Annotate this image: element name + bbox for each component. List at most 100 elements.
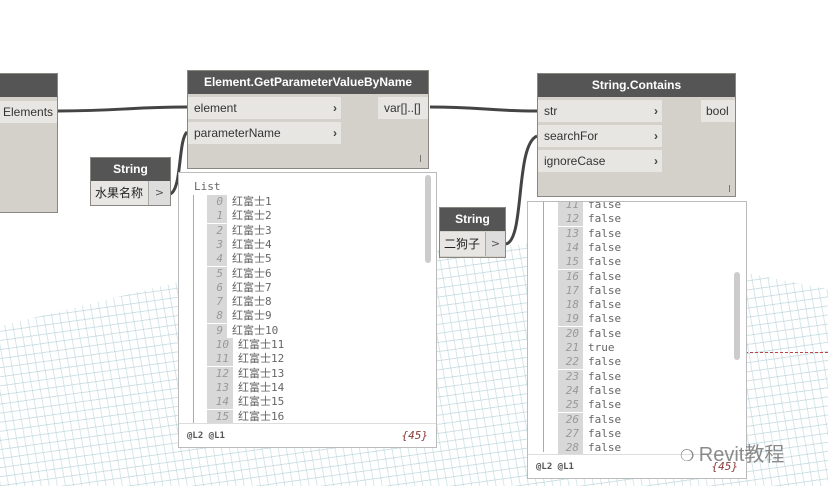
list-tree-line — [543, 202, 544, 452]
list-item: 8 红富士9 — [207, 309, 272, 324]
output-port-bool[interactable]: bool — [701, 100, 735, 122]
scrollbar[interactable] — [734, 272, 740, 360]
list-levels: @L2 @L1 — [187, 431, 225, 441]
item-count: {45} — [401, 429, 429, 442]
resize-grip[interactable] — [729, 185, 730, 192]
list-index: 27 — [558, 426, 583, 441]
list-value: false — [588, 269, 622, 283]
list-index: 12 — [207, 366, 233, 381]
list-item: 24 false — [558, 383, 622, 398]
list-value: false — [588, 201, 622, 211]
list-value: 红富士2 — [232, 209, 272, 223]
string-output-button[interactable]: > — [485, 232, 505, 256]
list-item: 15 红富士16 — [207, 409, 285, 424]
list-item: 25 false — [558, 398, 621, 413]
list-value: false — [588, 412, 622, 426]
list-index: 12 — [558, 212, 583, 227]
string-input-2[interactable]: 二狗子 — [440, 232, 485, 256]
input-port-parametername[interactable]: parameterName › — [188, 122, 341, 144]
getparametervaluebyname-node[interactable]: Element.GetParameterValueByName element ›… — [187, 70, 429, 169]
elements-node[interactable]: Elements — [0, 73, 58, 213]
list-item: 15 false — [558, 255, 621, 270]
list-value: 红富士14 — [238, 380, 285, 394]
list-tree-line — [193, 195, 194, 423]
preview-bubble-1[interactable]: List 0 红富士1 1 红富士2 2 红富士3 3 红富士4 4 红富士5 5 红富士6 6 红富士7… — [178, 172, 437, 448]
list-index: 20 — [558, 326, 583, 341]
list-item: 7 红富士8 — [207, 295, 272, 310]
list-value: true — [588, 341, 615, 354]
output-port-var[interactable]: var[]..[] — [378, 97, 428, 119]
list-item: 22 false — [558, 355, 622, 370]
list-index: 4 — [207, 252, 227, 267]
list-item: 0 红富士1 — [207, 195, 272, 209]
list-value: false — [588, 212, 622, 226]
input-port-element[interactable]: element › — [188, 97, 341, 119]
node-title: String — [440, 208, 505, 231]
list-item: 11 false — [558, 201, 622, 212]
node-title: Element.GetParameterValueByName — [188, 71, 428, 94]
list-item: 12 红富士13 — [207, 366, 284, 381]
list-index: 11 — [558, 202, 583, 212]
list-value: 红富士16 — [238, 409, 285, 423]
string-node-1[interactable]: String 水果名称 > — [90, 157, 171, 206]
scrollbar[interactable] — [425, 175, 431, 263]
list-value: false — [588, 298, 622, 312]
string-node-2[interactable]: String 二狗子 > — [439, 207, 506, 258]
list-item: 3 红富士4 — [207, 237, 272, 252]
list-index: 11 — [207, 352, 233, 367]
input-port-searchfor[interactable]: searchFor › — [538, 125, 662, 147]
list-value: 红富士3 — [232, 223, 272, 237]
list-item: 10 红富士11 — [207, 338, 284, 352]
list-value: 红富士8 — [232, 295, 272, 309]
watermark-text: Revit教程 — [698, 444, 785, 466]
port-label: searchFor — [544, 129, 599, 143]
list-item: 14 false — [558, 240, 621, 255]
chevron-right-icon: › — [333, 101, 337, 115]
resize-grip[interactable] — [420, 155, 421, 162]
list-index: 19 — [558, 312, 583, 327]
list-item: 12 false — [558, 212, 622, 227]
list-item: 18 false — [558, 298, 622, 313]
list-index: 15 — [207, 409, 233, 424]
port-label: parameterName — [194, 126, 281, 140]
chevron-right-icon: › — [654, 104, 658, 118]
list-index: 14 — [207, 395, 233, 410]
list-item: 5 红富士6 — [207, 266, 272, 281]
chevron-right-icon: › — [333, 126, 337, 140]
output-port-elements[interactable]: Elements — [0, 101, 57, 123]
string-input-1[interactable]: 水果名称 — [91, 181, 148, 205]
list-index: 1 — [207, 209, 227, 224]
input-port-str[interactable]: str › — [538, 100, 662, 122]
node-title: String — [91, 158, 170, 181]
list-value: 红富士1 — [232, 195, 272, 208]
list-item: 1 红富士2 — [207, 209, 272, 224]
list-index: 13 — [207, 380, 233, 395]
list-value: false — [588, 383, 622, 397]
list-index: 17 — [558, 283, 583, 298]
wire-elements — [57, 105, 188, 113]
list-index: 24 — [558, 383, 583, 398]
list-index: 18 — [558, 298, 583, 313]
input-port-ignorecase[interactable]: ignoreCase › — [538, 150, 662, 172]
list-item: 26 false — [558, 412, 622, 427]
list-index: 23 — [558, 369, 583, 384]
list-value: false — [588, 441, 622, 455]
list-value: 红富士11 — [238, 338, 285, 351]
node-title: String.Contains — [538, 74, 735, 97]
list-index: 8 — [207, 309, 227, 324]
list-index: 22 — [558, 355, 583, 370]
list-item: 28 false — [558, 441, 622, 456]
string-output-button[interactable]: > — [148, 181, 170, 205]
list-value: false — [588, 369, 622, 383]
workspace-canvas[interactable]: Elements Element.GetParameterValueByName… — [0, 0, 828, 486]
string-contains-node[interactable]: String.Contains str › searchFor › ignoreCa… — [537, 73, 736, 197]
chevron-right-icon: › — [654, 154, 658, 168]
list-index: 2 — [207, 223, 227, 238]
list-item: 23 false — [558, 369, 622, 384]
list-item: 11 红富士12 — [207, 352, 284, 367]
list-value: false — [588, 355, 622, 369]
list-item: 2 红富士3 — [207, 223, 272, 238]
list-value: false — [588, 326, 622, 340]
list-value: false — [588, 283, 622, 297]
list-index: 21 — [558, 341, 583, 355]
